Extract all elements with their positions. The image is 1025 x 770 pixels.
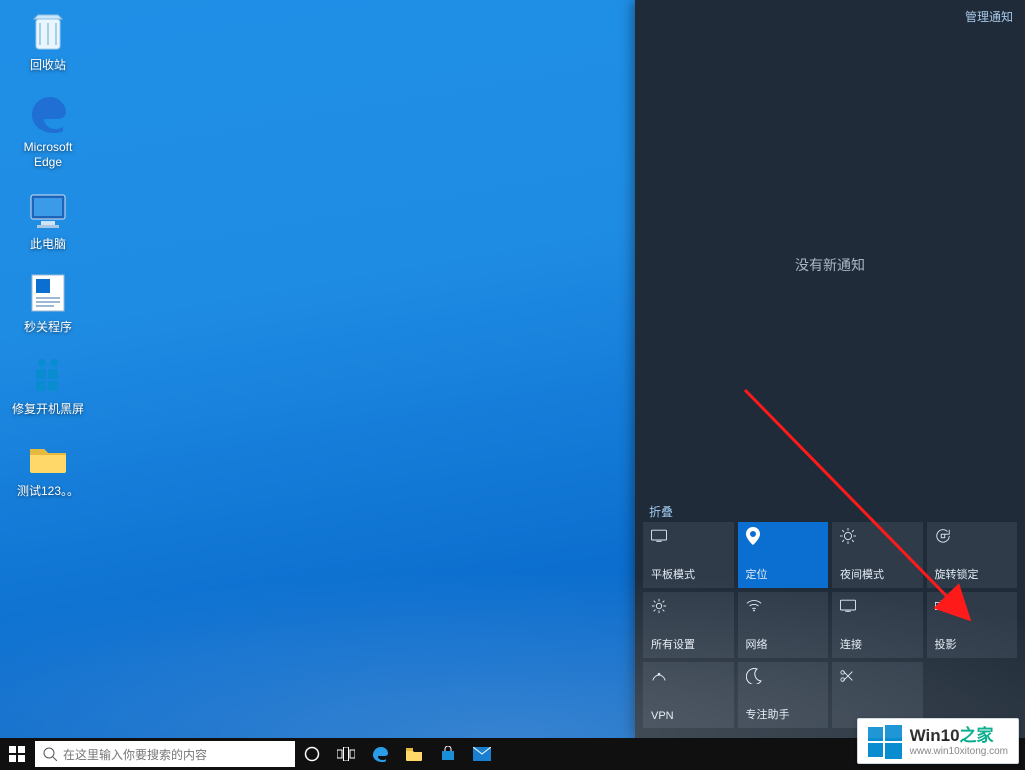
manage-notifications-link[interactable]: 管理通知 <box>965 8 1013 25</box>
location-icon <box>746 528 762 544</box>
quick-action-tablet[interactable]: 平板模式 <box>643 522 734 588</box>
task-view-button[interactable] <box>329 738 363 770</box>
quick-action-label: 夜间模式 <box>840 566 915 582</box>
quick-action-label: 旋转锁定 <box>935 566 1010 582</box>
taskbar-explorer-button[interactable] <box>397 738 431 770</box>
quick-action-night[interactable]: 夜间模式 <box>832 522 923 588</box>
watermark-url: www.win10xitong.com <box>910 746 1008 758</box>
quick-action-label: 网络 <box>746 636 821 652</box>
no-notifications-text: 没有新通知 <box>635 255 1025 275</box>
watermark: Win10之家 www.win10xitong.com <box>857 718 1019 764</box>
quick-action-vpn[interactable]: VPN <box>643 662 734 728</box>
this-pc-icon[interactable]: 此电脑 <box>10 187 86 251</box>
desktop-icons: 回收站 Microsoft Edge 此电脑 <box>10 8 86 499</box>
quick-action-label: 专注助手 <box>746 706 821 722</box>
quick-action-rotation-lock[interactable]: 旋转锁定 <box>927 522 1018 588</box>
brightness-icon <box>840 528 856 544</box>
tablet-icon <box>651 528 667 544</box>
edge-icon[interactable]: Microsoft Edge <box>10 90 86 169</box>
connect-icon <box>840 598 856 614</box>
project-icon <box>935 598 951 614</box>
desktop[interactable]: 回收站 Microsoft Edge 此电脑 <box>0 0 1025 770</box>
taskbar-store-button[interactable] <box>431 738 465 770</box>
moon-icon <box>746 668 762 684</box>
quick-action-label: 平板模式 <box>651 566 726 582</box>
icon-label: 修复开机黑屏 <box>12 402 84 416</box>
quick-actions-grid: 平板模式 定位 夜间模式 旋转锁定 所有设置 网络 <box>643 522 1017 728</box>
watermark-logo-icon <box>868 725 902 759</box>
quick-action-label: 投影 <box>935 636 1010 652</box>
search-icon <box>43 747 57 761</box>
quick-action-focus[interactable]: 专注助手 <box>738 662 829 728</box>
wifi-icon <box>746 598 762 614</box>
icon-label: 回收站 <box>30 58 66 72</box>
icon-label: 秒关程序 <box>24 320 72 334</box>
search-placeholder: 在这里输入你要搜索的内容 <box>63 746 207 763</box>
collapse-link[interactable]: 折叠 <box>649 503 673 520</box>
rotation-icon <box>935 528 951 544</box>
quick-action-location[interactable]: 定位 <box>738 522 829 588</box>
quick-action-label: 连接 <box>840 636 915 652</box>
taskbar-edge-button[interactable] <box>363 738 397 770</box>
cortana-button[interactable] <box>295 738 329 770</box>
quick-action-network[interactable]: 网络 <box>738 592 829 658</box>
icon-label: Microsoft Edge <box>24 140 73 169</box>
start-button[interactable] <box>0 738 34 770</box>
icon-label: 测试123。。 <box>17 484 79 498</box>
taskbar-mail-button[interactable] <box>465 738 499 770</box>
test-folder-icon[interactable]: 测试123。。 <box>10 434 86 498</box>
watermark-title: Win10之家 <box>910 726 1008 746</box>
snip-icon <box>840 668 856 684</box>
quick-action-connect[interactable]: 连接 <box>832 592 923 658</box>
quick-action-label: 定位 <box>746 566 821 582</box>
shutdown-app-icon[interactable]: 秒关程序 <box>10 270 86 334</box>
recycle-bin-icon[interactable]: 回收站 <box>10 8 86 72</box>
repair-boot-icon[interactable]: 修复开机黑屏 <box>10 352 86 416</box>
quick-action-label: VPN <box>651 710 726 722</box>
vpn-icon <box>651 668 667 684</box>
quick-action-label: 所有设置 <box>651 636 726 652</box>
quick-action-settings[interactable]: 所有设置 <box>643 592 734 658</box>
gear-icon <box>651 598 667 614</box>
icon-label: 此电脑 <box>30 237 66 251</box>
search-box[interactable]: 在这里输入你要搜索的内容 <box>35 741 295 767</box>
quick-action-project[interactable]: 投影 <box>927 592 1018 658</box>
action-center-panel: 管理通知 没有新通知 折叠 平板模式 定位 夜间模式 旋转锁定 所有设置 <box>635 0 1025 738</box>
